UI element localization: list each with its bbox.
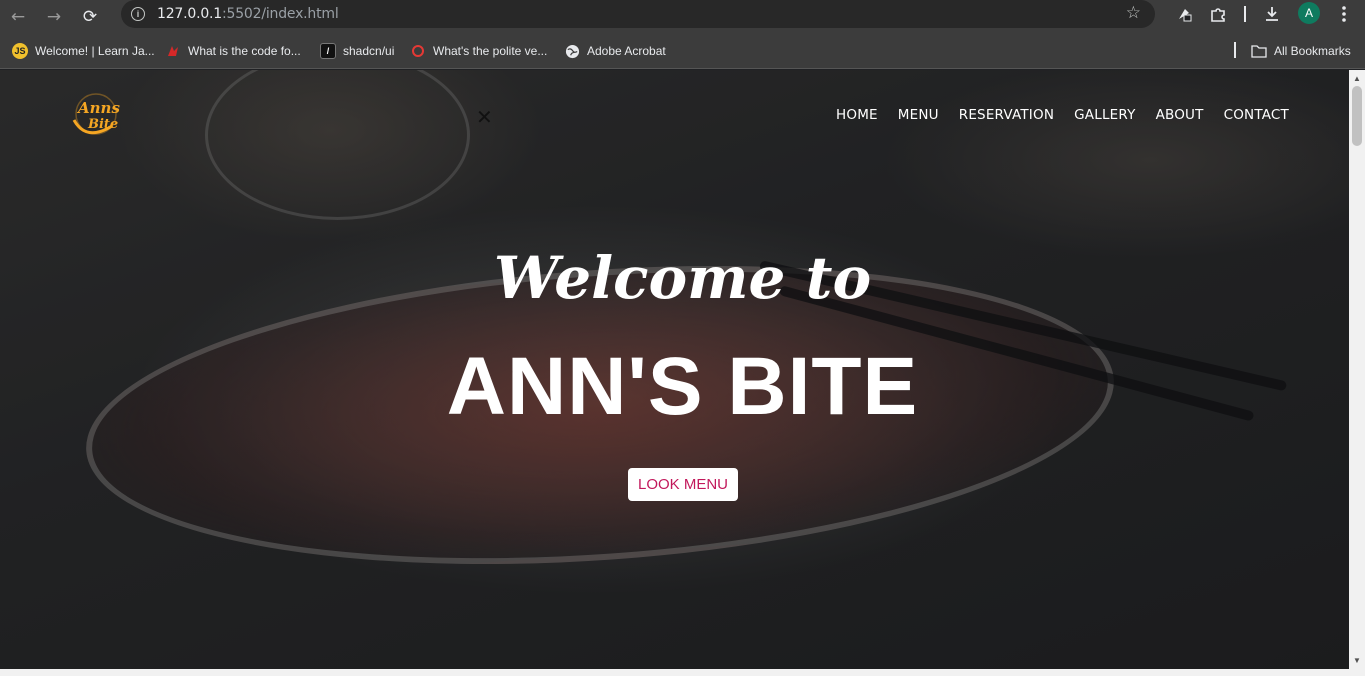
site-logo[interactable]: Anns Bite (66, 90, 122, 140)
download-icon[interactable] (1261, 3, 1283, 25)
url-host: 127.0.0.1 (157, 6, 222, 22)
window-bottom-edge (0, 669, 1365, 676)
globe-icon (564, 43, 580, 59)
look-menu-button[interactable]: LOOK MENU (628, 468, 738, 501)
folder-icon (1251, 43, 1267, 59)
bookmark-label: shadcn/ui (343, 44, 395, 58)
logo-word-2: Bite (87, 117, 118, 132)
profile-initial: A (1304, 6, 1313, 20)
nav-about[interactable]: ABOUT (1156, 107, 1204, 123)
bookmark-label: Adobe Acrobat (587, 44, 666, 58)
bookmarks-bar: JS Welcome! | Learn Ja... What is the co… (0, 34, 1365, 69)
hero-welcome-text: Welcome to (493, 244, 872, 312)
main-nav: HOME MENU RESERVATION GALLERY ABOUT CONT… (836, 107, 1289, 123)
nav-contact[interactable]: CONTACT (1224, 107, 1289, 123)
bookmark-item[interactable]: Adobe Acrobat (564, 41, 666, 61)
bookmark-item[interactable]: What is the code fo... (165, 41, 301, 61)
all-bookmarks-button[interactable]: All Bookmarks (1251, 41, 1351, 61)
scroll-up-icon[interactable]: ▲ (1353, 74, 1361, 83)
red-logo-icon (165, 43, 181, 59)
bookmark-item[interactable]: What's the polite ve... (410, 41, 547, 61)
close-icon[interactable]: ✕ (476, 105, 493, 129)
url-path: :5502/index.html (222, 6, 339, 22)
back-arrow-icon: ← (10, 7, 26, 27)
bookmark-item[interactable]: JS Welcome! | Learn Ja... (12, 41, 155, 61)
toolbar-divider (1244, 6, 1246, 22)
nav-reservation[interactable]: RESERVATION (959, 107, 1054, 123)
bookmark-label: What is the code fo... (188, 44, 301, 58)
nav-gallery[interactable]: GALLERY (1074, 107, 1135, 123)
forward-button[interactable]: → (36, 0, 72, 34)
more-vert-icon[interactable] (1333, 3, 1355, 25)
puzzle-icon[interactable] (1207, 3, 1229, 25)
back-button[interactable]: ← (0, 0, 36, 34)
js-icon: JS (12, 43, 28, 59)
reload-button[interactable]: ⟳ (72, 0, 108, 34)
shadcn-icon: / (320, 43, 336, 59)
forward-arrow-icon: → (46, 7, 62, 27)
page-scrollbar[interactable]: ▲ ▼ (1349, 70, 1365, 669)
extension-pin-icon[interactable] (1173, 3, 1195, 25)
nav-menu[interactable]: MENU (898, 107, 939, 123)
profile-avatar[interactable]: A (1298, 2, 1320, 24)
logo-word-1: Anns (76, 99, 120, 117)
info-icon[interactable]: i (131, 7, 145, 21)
star-icon[interactable]: ☆ (1126, 3, 1141, 23)
bookmark-label: Welcome! | Learn Ja... (35, 44, 155, 58)
bookmark-label: What's the polite ve... (433, 44, 548, 58)
scroll-down-icon[interactable]: ▼ (1353, 656, 1361, 665)
reload-icon: ⟳ (82, 7, 98, 27)
hero-section: Anns Bite ✕ HOME MENU RESERVATION GALLER… (0, 70, 1349, 669)
hero-brand-title: ANN'S BITE (446, 341, 919, 432)
browser-toolbar: ← → ⟳ i 127.0.0.1:5502/index.html ☆ A (0, 0, 1365, 34)
scroll-thumb[interactable] (1352, 86, 1362, 146)
bookmark-label: All Bookmarks (1274, 44, 1351, 58)
bookmark-item[interactable]: / shadcn/ui (320, 41, 394, 61)
bookmarks-divider (1234, 42, 1236, 58)
address-bar[interactable]: i 127.0.0.1:5502/index.html ☆ (121, 0, 1155, 28)
nav-home[interactable]: HOME (836, 107, 878, 123)
url-text[interactable]: 127.0.0.1:5502/index.html (157, 6, 339, 22)
red-ring-icon (410, 43, 426, 59)
